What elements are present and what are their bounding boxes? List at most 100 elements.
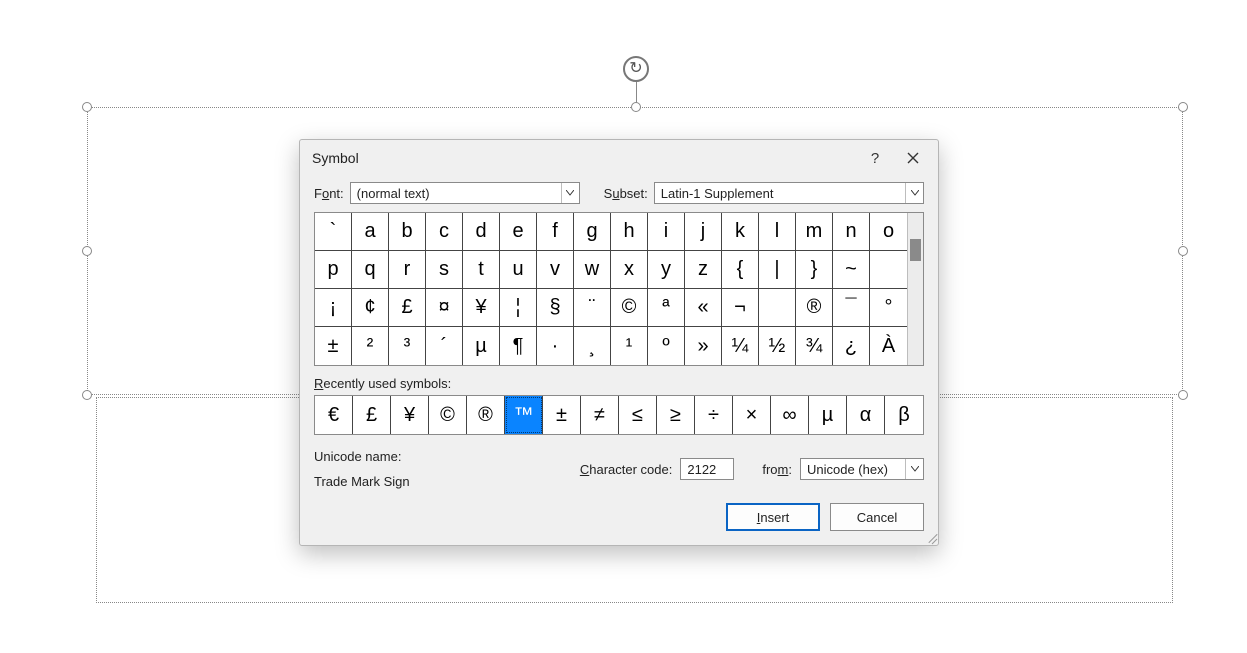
cancel-button[interactable]: Cancel	[830, 503, 924, 531]
recent-symbol-cell[interactable]: ≥	[657, 396, 695, 434]
symbol-cell[interactable]: ¤	[426, 289, 463, 327]
recent-symbol-cell[interactable]: ≠	[581, 396, 619, 434]
recent-symbol-cell[interactable]: ≤	[619, 396, 657, 434]
symbol-cell[interactable]: `	[315, 213, 352, 251]
symbol-cell[interactable]: z	[685, 251, 722, 289]
symbol-cell[interactable]: ¼	[722, 327, 759, 365]
symbol-cell[interactable]: ¥	[463, 289, 500, 327]
symbol-cell[interactable]: y	[648, 251, 685, 289]
symbol-cell[interactable]: l	[759, 213, 796, 251]
symbol-cell[interactable]: s	[426, 251, 463, 289]
symbol-cell[interactable]: ¸	[574, 327, 611, 365]
symbol-cell[interactable]: ®	[796, 289, 833, 327]
symbol-cell[interactable]: §	[537, 289, 574, 327]
symbol-cell[interactable]: j	[685, 213, 722, 251]
handle-tr[interactable]	[1178, 102, 1188, 112]
symbol-cell[interactable]: ±	[315, 327, 352, 365]
symbol-cell[interactable]: ³	[389, 327, 426, 365]
insert-button[interactable]: Insert	[726, 503, 820, 531]
recent-symbol-cell[interactable]: β	[885, 396, 923, 434]
symbol-cell[interactable]: ¿	[833, 327, 870, 365]
symbol-cell[interactable]: º	[648, 327, 685, 365]
symbol-cell[interactable]: À	[870, 327, 907, 365]
recent-symbol-cell[interactable]: ±	[543, 396, 581, 434]
symbol-cell[interactable]: }	[796, 251, 833, 289]
symbol-cell[interactable]: ¶	[500, 327, 537, 365]
close-button[interactable]	[894, 143, 932, 173]
from-combo[interactable]: Unicode (hex)	[800, 458, 924, 480]
symbol-cell[interactable]: ¯	[833, 289, 870, 327]
symbol-cell[interactable]: «	[685, 289, 722, 327]
font-combo[interactable]: (normal text)	[350, 182, 580, 204]
symbol-cell[interactable]: p	[315, 251, 352, 289]
symbol-cell[interactable]: ´	[426, 327, 463, 365]
recent-symbol-cell[interactable]: €	[315, 396, 353, 434]
handle-br[interactable]	[1178, 390, 1188, 400]
symbol-cell[interactable]: b	[389, 213, 426, 251]
help-button[interactable]: ?	[856, 143, 894, 173]
recent-symbol-cell[interactable]: ©	[429, 396, 467, 434]
symbol-cell[interactable]: a	[352, 213, 389, 251]
symbol-cell[interactable]: t	[463, 251, 500, 289]
symbol-cell[interactable]: ²	[352, 327, 389, 365]
scrollbar-thumb[interactable]	[910, 239, 921, 261]
resize-grip[interactable]	[922, 529, 936, 543]
symbol-cell[interactable]: k	[722, 213, 759, 251]
recent-symbol-cell[interactable]: ™	[505, 396, 543, 434]
symbol-cell[interactable]: n	[833, 213, 870, 251]
symbol-cell[interactable]	[870, 251, 907, 289]
handle-mr[interactable]	[1178, 246, 1188, 256]
recent-symbol-cell[interactable]: ®	[467, 396, 505, 434]
symbol-cell[interactable]: ¨	[574, 289, 611, 327]
symbol-cell[interactable]: m	[796, 213, 833, 251]
symbol-cell[interactable]: ½	[759, 327, 796, 365]
rotate-handle-icon[interactable]: ↻	[623, 56, 649, 82]
recent-symbol-cell[interactable]: ∞	[771, 396, 809, 434]
symbol-cell[interactable]: µ	[463, 327, 500, 365]
symbol-cell[interactable]: ©	[611, 289, 648, 327]
recent-symbol-cell[interactable]: ×	[733, 396, 771, 434]
symbol-cell[interactable]: g	[574, 213, 611, 251]
symbol-cell[interactable]: d	[463, 213, 500, 251]
symbol-cell[interactable]: u	[500, 251, 537, 289]
symbol-cell[interactable]: e	[500, 213, 537, 251]
symbol-cell[interactable]: ¾	[796, 327, 833, 365]
handle-bl[interactable]	[82, 390, 92, 400]
symbol-cell[interactable]: v	[537, 251, 574, 289]
symbol-cell[interactable]: ¹	[611, 327, 648, 365]
symbol-cell[interactable]: °	[870, 289, 907, 327]
handle-tl[interactable]	[82, 102, 92, 112]
recent-symbol-cell[interactable]: ÷	[695, 396, 733, 434]
charcode-field[interactable]: 2122	[680, 458, 734, 480]
symbol-cell[interactable]: ­	[759, 289, 796, 327]
recent-symbol-cell[interactable]: ¥	[391, 396, 429, 434]
symbol-cell[interactable]: r	[389, 251, 426, 289]
symbol-cell[interactable]: ~	[833, 251, 870, 289]
symbol-cell[interactable]: ¦	[500, 289, 537, 327]
handle-top-mid[interactable]	[631, 102, 641, 112]
symbol-cell[interactable]: ·	[537, 327, 574, 365]
recent-symbols-grid[interactable]: €£¥©®™±≠≤≥÷×∞µαβ	[314, 395, 924, 435]
symbol-cell[interactable]: f	[537, 213, 574, 251]
symbol-cell[interactable]: c	[426, 213, 463, 251]
symbol-cell[interactable]: i	[648, 213, 685, 251]
symbol-cell[interactable]: x	[611, 251, 648, 289]
symbol-cell[interactable]: £	[389, 289, 426, 327]
recent-symbol-cell[interactable]: α	[847, 396, 885, 434]
symbol-cell[interactable]: ª	[648, 289, 685, 327]
symbol-cell[interactable]: h	[611, 213, 648, 251]
symbol-cell[interactable]: |	[759, 251, 796, 289]
symbol-cell[interactable]: o	[870, 213, 907, 251]
subset-combo[interactable]: Latin-1 Supplement	[654, 182, 924, 204]
symbol-cell[interactable]: ¢	[352, 289, 389, 327]
symbol-cell[interactable]: »	[685, 327, 722, 365]
symbol-cell[interactable]: q	[352, 251, 389, 289]
symbol-cell[interactable]: ¬	[722, 289, 759, 327]
handle-ml[interactable]	[82, 246, 92, 256]
titlebar[interactable]: Symbol ?	[300, 140, 938, 176]
symbol-cell[interactable]: {	[722, 251, 759, 289]
symbol-cell[interactable]: ¡	[315, 289, 352, 327]
symbol-cell[interactable]: w	[574, 251, 611, 289]
symbol-grid[interactable]: `abcdefghijklmno pqrstuvwxyz{|}~ ¡¢£¤¥¦§¨©…	[315, 213, 907, 365]
recent-symbol-cell[interactable]: µ	[809, 396, 847, 434]
